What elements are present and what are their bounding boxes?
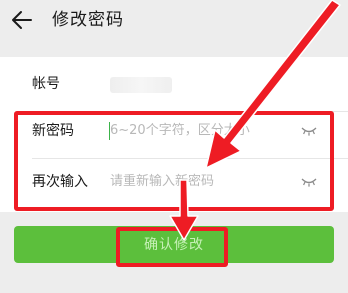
- new-password-label: 新密码: [32, 123, 74, 139]
- eye-closed-icon[interactable]: [300, 175, 318, 189]
- account-label: 帐号: [32, 76, 60, 92]
- form-card: 帐号 新密码 6~20个字符，区分大小 再次输入 请重新输入新密码: [0, 57, 348, 212]
- new-password-input[interactable]: 6~20个字符，区分大小: [110, 121, 300, 141]
- confirm-password-label: 再次输入: [32, 174, 88, 190]
- divider: [32, 158, 348, 159]
- confirm-change-label: 确认修改: [144, 236, 204, 252]
- confirm-password-input[interactable]: 请重新输入新密码: [110, 172, 300, 192]
- account-row: 帐号: [0, 65, 348, 105]
- account-value-blurred: [110, 77, 172, 93]
- confirm-change-button[interactable]: 确认修改: [14, 226, 334, 263]
- top-bar: 修改密码: [0, 0, 348, 42]
- page-title: 修改密码: [52, 10, 124, 30]
- eye-closed-icon[interactable]: [300, 124, 318, 138]
- new-password-row[interactable]: 新密码 6~20个字符，区分大小: [0, 112, 348, 152]
- arrow-left-icon[interactable]: [10, 8, 34, 32]
- confirm-password-row[interactable]: 再次输入 请重新输入新密码: [0, 163, 348, 203]
